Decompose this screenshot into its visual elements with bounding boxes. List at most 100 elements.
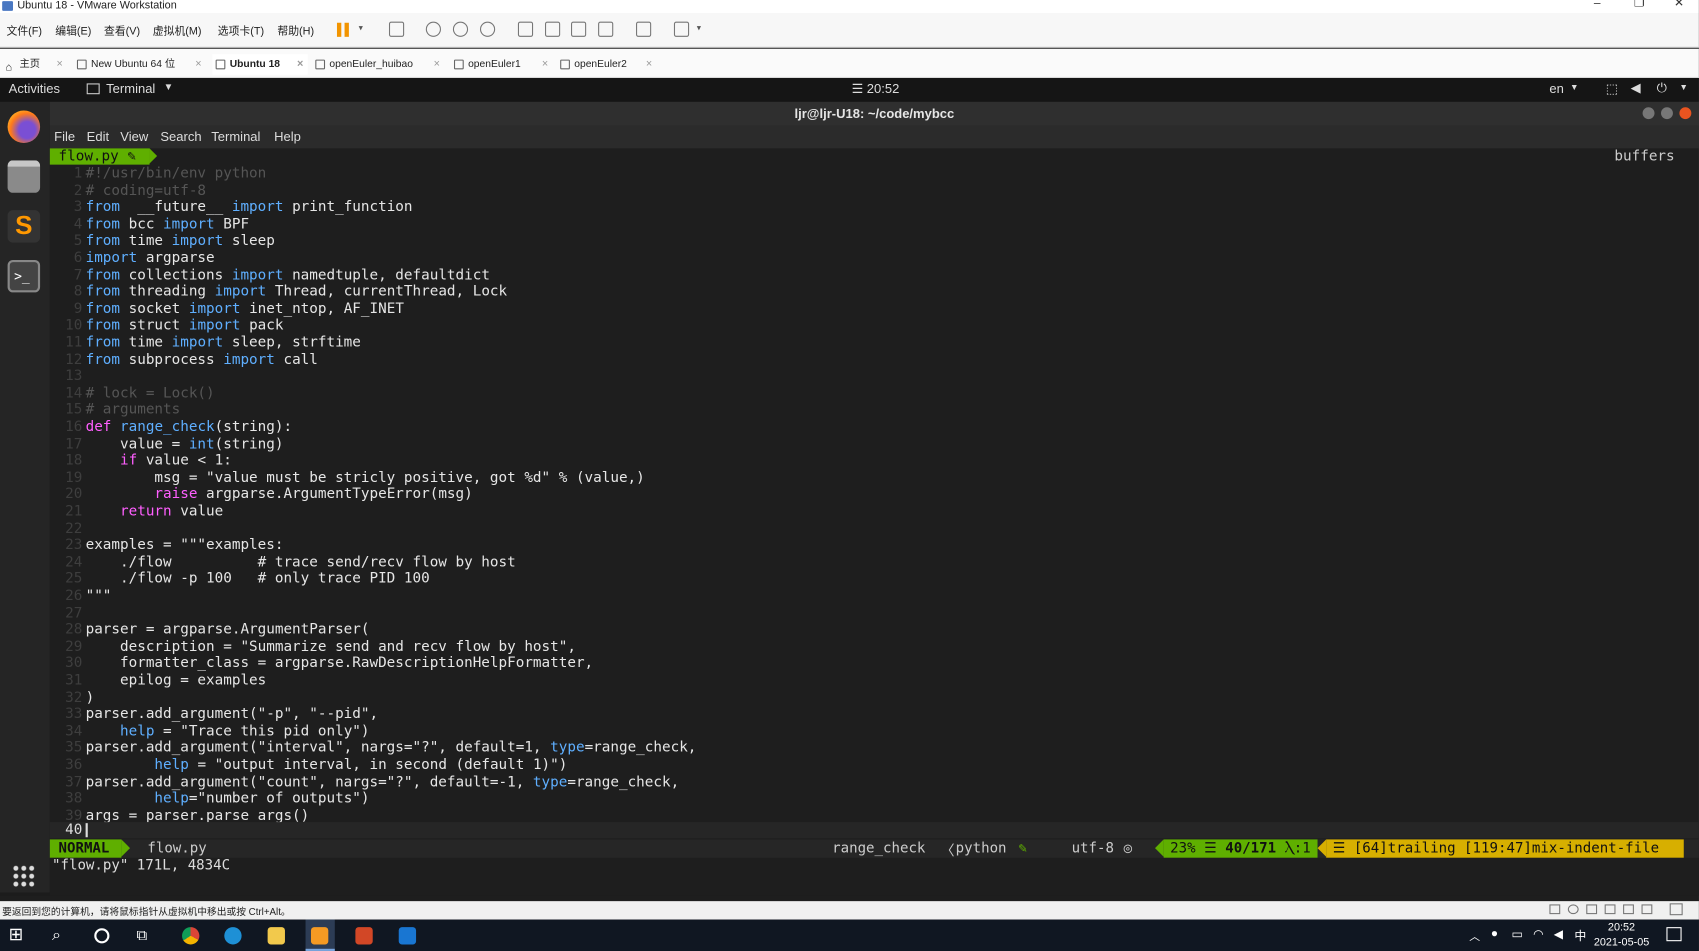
sublime-text-icon[interactable]: S [7, 210, 41, 243]
firefox-icon[interactable] [7, 110, 41, 143]
chevron-up-icon[interactable]: ︿ [1469, 927, 1480, 943]
chevron-down-icon[interactable]: ▾ [697, 23, 701, 33]
code-line: 10 from struct import pack [50, 317, 283, 335]
code-text: ./flow -p 100 # only trace PID 100 [85, 571, 430, 588]
close-icon[interactable]: ✕ [1674, 0, 1684, 10]
line-number: 18 [65, 452, 83, 470]
usb-icon[interactable] [1604, 904, 1616, 915]
display-icon[interactable] [1641, 904, 1653, 915]
menu-edit[interactable]: Edit [87, 129, 109, 144]
close-icon[interactable]: × [646, 54, 652, 75]
show-applications-icon[interactable] [11, 864, 36, 889]
snapshot-icon[interactable] [425, 21, 441, 37]
revert-snapshot-icon[interactable] [452, 21, 469, 37]
powerpoint-icon[interactable] [355, 927, 373, 945]
files-icon[interactable] [7, 160, 41, 193]
volume-icon[interactable]: ◀ [1554, 927, 1563, 941]
vmware-icon[interactable] [310, 927, 329, 945]
menu-help[interactable]: Help [274, 129, 301, 144]
menu-vm[interactable]: 虚拟机(M) [153, 22, 202, 38]
unity-icon[interactable] [598, 21, 614, 37]
task-view-icon[interactable]: ⧉ [137, 926, 148, 944]
tab-openeuler1[interactable]: openEuler1 × [451, 54, 553, 75]
library-icon[interactable] [517, 21, 534, 37]
close-icon[interactable]: × [195, 54, 201, 75]
snapshot-manager-icon[interactable] [479, 21, 496, 37]
file-explorer-icon[interactable] [267, 927, 285, 945]
chrome-icon[interactable] [182, 927, 200, 945]
vim-mode: NORMAL [49, 839, 122, 858]
thumbnail-icon[interactable] [545, 21, 561, 37]
code-text: # coding=utf-8 [85, 182, 207, 199]
close-icon[interactable]: × [542, 54, 548, 75]
tab-ubuntu-18[interactable]: Ubuntu 18 × [212, 54, 308, 75]
notification-icon[interactable] [1666, 927, 1682, 942]
app-menu[interactable]: Terminal [106, 81, 155, 96]
code-token: import [188, 317, 241, 335]
cdrom-icon[interactable] [1567, 904, 1579, 915]
fullscreen-icon[interactable] [1669, 903, 1683, 916]
close-icon[interactable]: × [297, 54, 303, 75]
taskbar-clock[interactable]: 20:52 [1608, 922, 1635, 934]
search-icon[interactable]: ⌕ [52, 926, 61, 944]
maximize-icon[interactable]: ❐ [1634, 0, 1645, 10]
tab-new-ubuntu[interactable]: New Ubuntu 64 位 × [74, 54, 206, 75]
network-adapter-icon[interactable] [1586, 904, 1598, 915]
code-token: import [163, 216, 215, 233]
code-text: #!/usr/bin/env python [85, 165, 267, 182]
chevron-down-icon[interactable]: ▼ [1570, 82, 1579, 92]
minimize-icon[interactable]: – [1594, 0, 1601, 10]
edge-icon[interactable] [224, 927, 242, 945]
menu-file[interactable]: File [54, 129, 75, 144]
pause-icon[interactable] [336, 22, 342, 37]
battery-icon[interactable]: ▭ [1511, 927, 1522, 941]
send-keys-icon[interactable] [388, 21, 405, 37]
close-icon[interactable]: × [57, 54, 63, 75]
menu-view[interactable]: 查看(V) [104, 22, 140, 38]
menu-tabs[interactable]: 选项卡(T) [218, 22, 264, 38]
close-icon[interactable]: × [434, 54, 440, 75]
power-icon[interactable]: ⏻ [1657, 80, 1667, 96]
chevron-down-icon[interactable]: ▼ [164, 81, 174, 92]
ime-indicator[interactable]: 中 [1574, 927, 1586, 944]
hdd-icon[interactable] [1549, 904, 1561, 915]
volume-icon[interactable]: ◀ [1631, 80, 1641, 95]
cortana-icon[interactable] [94, 928, 110, 944]
menu-search[interactable]: Search [160, 129, 201, 144]
wifi-icon[interactable]: ◠ [1533, 927, 1543, 941]
line-number: 29 [65, 638, 83, 656]
vim-editor[interactable]: flow.py ✎ buffers 1 #!/usr/bin/env python… [49, 148, 1699, 896]
minimize-icon[interactable] [1642, 107, 1655, 120]
stretch-icon[interactable] [673, 21, 690, 37]
menu-view[interactable]: View [120, 129, 148, 144]
taskbar-date[interactable]: 2021-05-05 [1594, 937, 1649, 949]
microphone-icon[interactable]: ● [1491, 927, 1498, 940]
vim-tab-active[interactable]: flow.py ✎ [49, 148, 150, 165]
menu-file[interactable]: 文件(F) [7, 22, 43, 38]
network-icon[interactable]: ⬚ [1606, 81, 1618, 96]
chevron-down-icon[interactable]: ▾ [359, 23, 363, 33]
menu-edit[interactable]: 编辑(E) [55, 22, 91, 38]
clock[interactable]: 20:52 [867, 81, 900, 96]
language-indicator[interactable]: en [1549, 81, 1563, 96]
menu-help[interactable]: 帮助(H) [277, 22, 314, 38]
fullscreen-icon[interactable] [571, 21, 587, 37]
console-icon[interactable] [636, 21, 652, 37]
line-number: 34 [65, 723, 83, 740]
close-icon[interactable] [1679, 107, 1692, 120]
home-icon: ⌂ [5, 61, 12, 74]
windows-start-icon[interactable]: ⊞ [9, 927, 24, 944]
powerline-separator [1155, 839, 1164, 857]
activities-button[interactable]: Activities [9, 81, 60, 96]
sound-icon[interactable] [1623, 904, 1634, 915]
line-number: 1 [73, 165, 83, 182]
tab-openeuler2[interactable]: openEuler2 × [557, 54, 657, 75]
tab-openeuler-huibao[interactable]: openEuler_huibao × [312, 54, 444, 75]
maximize-icon[interactable] [1661, 107, 1673, 120]
terminal-icon[interactable]: >_ [7, 259, 41, 293]
tab-home[interactable]: ⌂ 主页 × [2, 54, 67, 75]
app-icon[interactable] [398, 927, 417, 945]
menu-terminal[interactable]: Terminal [211, 129, 260, 144]
chevron-down-icon[interactable]: ▼ [1679, 82, 1688, 92]
